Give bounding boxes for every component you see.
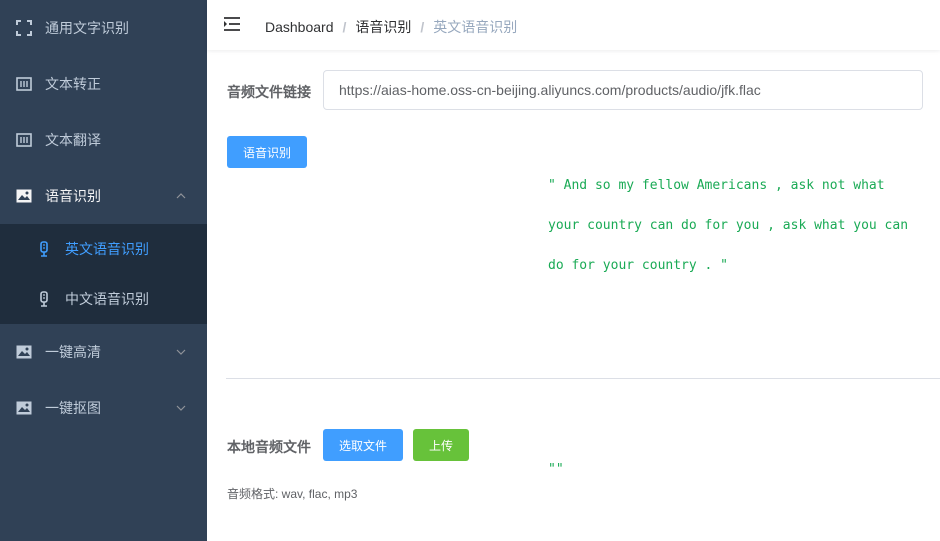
- sidebar-item-label: 文本转正: [45, 76, 101, 92]
- image-icon: [16, 189, 32, 203]
- sidebar-item-cutout[interactable]: 一键抠图: [0, 380, 207, 436]
- image-icon: [16, 345, 32, 359]
- breadcrumb-speech-recognition[interactable]: 语音识别: [355, 17, 411, 37]
- sidebar-item-label: 一键高清: [45, 344, 101, 360]
- image-icon: [16, 401, 32, 415]
- local-recognition-result: "": [548, 462, 564, 477]
- microphone-icon: [40, 291, 48, 307]
- menu-fold-icon[interactable]: [223, 16, 241, 32]
- sidebar-item-speech-recognition[interactable]: 语音识别: [0, 168, 207, 224]
- divider: [226, 378, 940, 379]
- navbar: Dashboard / 语音识别 / 英文语音识别: [207, 0, 940, 50]
- microphone-icon: [40, 241, 48, 257]
- text-doc-icon: [16, 77, 32, 91]
- upload-button[interactable]: 上传: [413, 429, 469, 461]
- sidebar-subitem-chinese-speech[interactable]: 中文语音识别: [0, 274, 207, 324]
- url-label: 音频文件链接: [227, 84, 311, 100]
- sidebar-item-hd-enhance[interactable]: 一键高清: [0, 324, 207, 380]
- breadcrumb-current: 英文语音识别: [433, 19, 518, 35]
- sidebar-item-text-translation[interactable]: 文本翻译: [0, 112, 207, 168]
- breadcrumb-separator: /: [420, 19, 425, 35]
- sidebar-subitem-label: 英文语音识别: [65, 241, 149, 257]
- chevron-up-icon: [176, 193, 186, 199]
- recognize-button[interactable]: 语音识别: [227, 136, 307, 168]
- sidebar-item-label: 语音识别: [45, 188, 101, 204]
- sidebar-item-label: 通用文字识别: [45, 20, 129, 36]
- audio-url-input[interactable]: [323, 70, 923, 110]
- sidebar-item-label: 文本翻译: [45, 132, 101, 148]
- scan-icon: [16, 20, 32, 36]
- sidebar-subitem-label: 中文语音识别: [65, 291, 149, 307]
- submenu: 英文语音识别 中文语音识别: [0, 224, 207, 324]
- select-file-button[interactable]: 选取文件: [323, 429, 403, 461]
- text-doc-icon: [16, 133, 32, 147]
- breadcrumb-dashboard[interactable]: Dashboard: [265, 19, 334, 35]
- sidebar-item-label: 一键抠图: [45, 400, 101, 416]
- format-hint: 音频格式: wav, flac, mp3: [227, 487, 358, 501]
- recognition-result: " And so my fellow Americans , ask not w…: [548, 178, 909, 273]
- sidebar-subitem-english-speech[interactable]: 英文语音识别: [0, 224, 207, 274]
- chevron-down-icon: [176, 349, 186, 355]
- app-root: 通用文字识别 文本转正 文本翻译 语音识别 英文语音识别 中文语音识别 一键高清…: [0, 0, 940, 541]
- chevron-down-icon: [176, 405, 186, 411]
- sidebar-item-general-ocr[interactable]: 通用文字识别: [0, 0, 207, 56]
- breadcrumb-separator: /: [342, 19, 347, 35]
- local-file-label: 本地音频文件: [227, 439, 311, 455]
- sidebar-item-text-correction[interactable]: 文本转正: [0, 56, 207, 112]
- sidebar: 通用文字识别 文本转正 文本翻译 语音识别 英文语音识别 中文语音识别 一键高清…: [0, 0, 207, 541]
- breadcrumb: Dashboard / 语音识别 / 英文语音识别: [265, 17, 517, 37]
